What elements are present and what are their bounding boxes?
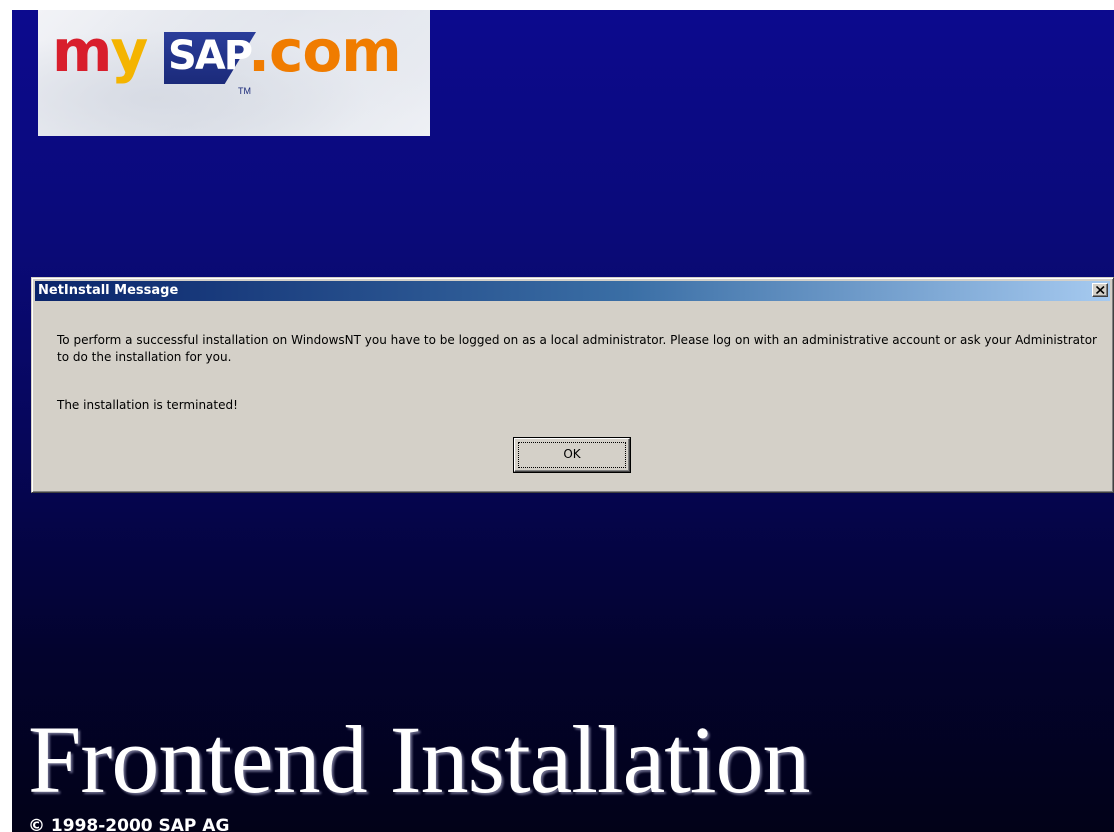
installer-title: Frontend Installation <box>28 706 811 813</box>
mysap-logo-panel: my SAP TM .com <box>38 10 430 136</box>
copyright-text: © 1998-2000 SAP AG <box>28 816 230 832</box>
logo-com-text: .com <box>248 22 402 80</box>
logo-sap-text: SAP <box>168 33 253 79</box>
close-icon <box>1096 286 1105 294</box>
logo-y-letter: y <box>110 17 148 85</box>
netinstall-message-dialog: NetInstall Message To perform a successf… <box>31 277 1114 493</box>
dialog-status-message: The installation is terminated! <box>57 398 238 412</box>
logo-com: .com <box>248 17 402 85</box>
ok-button-label: OK <box>563 447 581 461</box>
close-button[interactable] <box>1092 283 1108 297</box>
logo-trademark: TM <box>238 86 251 96</box>
screen: my SAP TM .com Frontend Installation © 1… <box>0 0 1114 832</box>
dialog-titlebar[interactable]: NetInstall Message <box>35 281 1110 301</box>
logo-my-text: m <box>52 17 112 85</box>
dialog-message: To perform a successful installation on … <box>57 333 1097 364</box>
logo-my: my <box>52 22 148 80</box>
dialog-title: NetInstall Message <box>38 283 179 298</box>
ok-button[interactable]: OK <box>513 437 631 473</box>
mysap-logo: my SAP TM .com <box>52 22 422 112</box>
